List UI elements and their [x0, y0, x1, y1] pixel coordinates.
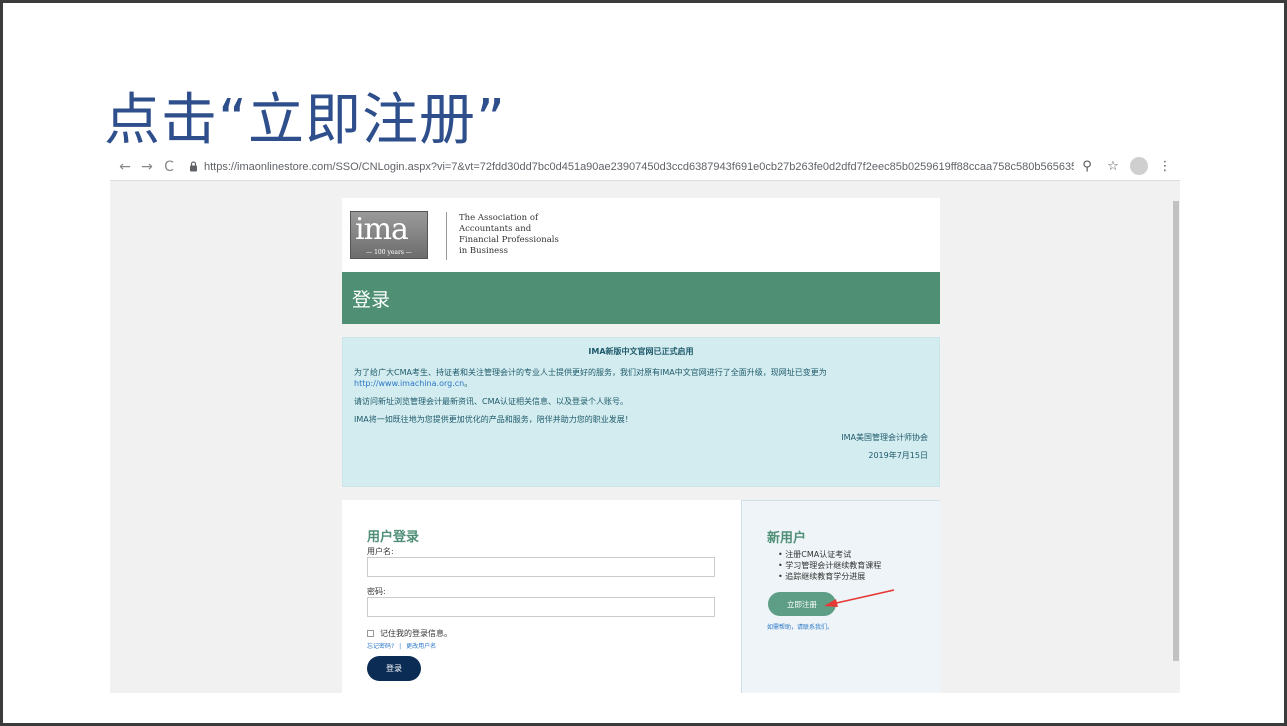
- forgot-password-link[interactable]: 忘记密码?: [367, 643, 394, 650]
- notice-date: 2019年7月15日: [868, 451, 928, 460]
- back-icon[interactable]: ←: [114, 156, 136, 178]
- profile-avatar-icon[interactable]: [1130, 157, 1148, 175]
- notice-text-1: 为了给广大CMA考生、持证者和关注管理会计的专业人士提供更好的服务，我们对原有I…: [354, 368, 827, 377]
- login-panel: 用户登录 用户名: 密码: 记住我的登录信息。 忘记密码? | 更改用户名 登录: [342, 500, 741, 693]
- lock-icon[interactable]: [186, 160, 200, 174]
- page-header: 登录: [342, 272, 940, 324]
- browser-window: ← → C https://imaonlinestore.com/SSO/CNL…: [110, 153, 1180, 693]
- page-title: 登录: [352, 288, 391, 311]
- notice-paragraph: 为了给广大CMA考生、持证者和关注管理会计的专业人士提供更好的服务，我们对原有I…: [354, 367, 928, 389]
- zoom-icon[interactable]: ⚲: [1078, 156, 1096, 176]
- association-name: The Association of Accountants and Finan…: [459, 213, 559, 256]
- logo-header: ima — 100 years — The Association of Acc…: [342, 198, 940, 272]
- remember-label: 记住我的登录信息。: [380, 629, 452, 638]
- notice-title: IMA新版中文官网已正式启用: [588, 347, 694, 356]
- remember-row: 记住我的登录信息。: [367, 628, 452, 639]
- new-user-panel: 新用户 注册CMA认证考试 学习管理会计继续教育课程 追踪继续教育学分进展 立即…: [741, 500, 940, 693]
- notice-signature: IMA美国管理会计师协会: [841, 433, 928, 442]
- change-username-link[interactable]: 更改用户名: [406, 643, 436, 650]
- ima-logo[interactable]: ima — 100 years —: [350, 211, 428, 259]
- username-label: 用户名:: [367, 547, 394, 556]
- login-title: 用户登录: [367, 530, 420, 545]
- account-links: 忘记密码? | 更改用户名: [367, 641, 439, 650]
- red-arrow-annotation: [824, 589, 895, 607]
- logo-brand: ima: [355, 212, 409, 247]
- notice-paragraph-3: IMA将一如既往地为您提供更加优化的产品和服务，陪伴并助力您的职业发展！: [354, 415, 633, 424]
- bookmark-star-icon[interactable]: ☆: [1104, 156, 1122, 176]
- notice-paragraph-2: 请访问新址浏览管理会计最新资讯、CMA认证相关信息、以及登录个人账号。: [354, 397, 628, 406]
- menu-icon[interactable]: ⋮: [1156, 156, 1174, 176]
- page-content: ima — 100 years — The Association of Acc…: [342, 198, 940, 693]
- logo-years: — 100 years —: [366, 249, 412, 256]
- logo-divider: [446, 212, 447, 260]
- url-field[interactable]: https://imaonlinestore.com/SSO/CNLogin.a…: [204, 161, 1074, 173]
- password-input[interactable]: [367, 597, 715, 617]
- reload-icon[interactable]: C: [158, 156, 180, 178]
- notice-box: IMA新版中文官网已正式启用 为了给广大CMA考生、持证者和关注管理会计的专业人…: [342, 337, 940, 487]
- slide-title: 点击“立即注册”: [104, 88, 507, 153]
- login-section: 用户登录 用户名: 密码: 记住我的登录信息。 忘记密码? | 更改用户名 登录: [342, 500, 940, 693]
- forward-icon[interactable]: →: [136, 156, 158, 178]
- link-suffix: 。: [464, 379, 473, 388]
- username-input[interactable]: [367, 557, 715, 577]
- scroll-thumb[interactable]: [1173, 201, 1179, 661]
- password-label: 密码:: [367, 587, 386, 596]
- login-button[interactable]: 登录: [367, 656, 421, 681]
- slide: 点击“立即注册” ← → C https://imaonlinestore.co…: [3, 3, 1284, 723]
- address-bar: ← → C https://imaonlinestore.com/SSO/CNL…: [110, 153, 1180, 181]
- imachina-link[interactable]: http://www.imachina.org.cn: [354, 379, 464, 388]
- link-separator: |: [399, 643, 402, 650]
- remember-checkbox[interactable]: [367, 630, 374, 637]
- scrollbar[interactable]: [1172, 181, 1180, 693]
